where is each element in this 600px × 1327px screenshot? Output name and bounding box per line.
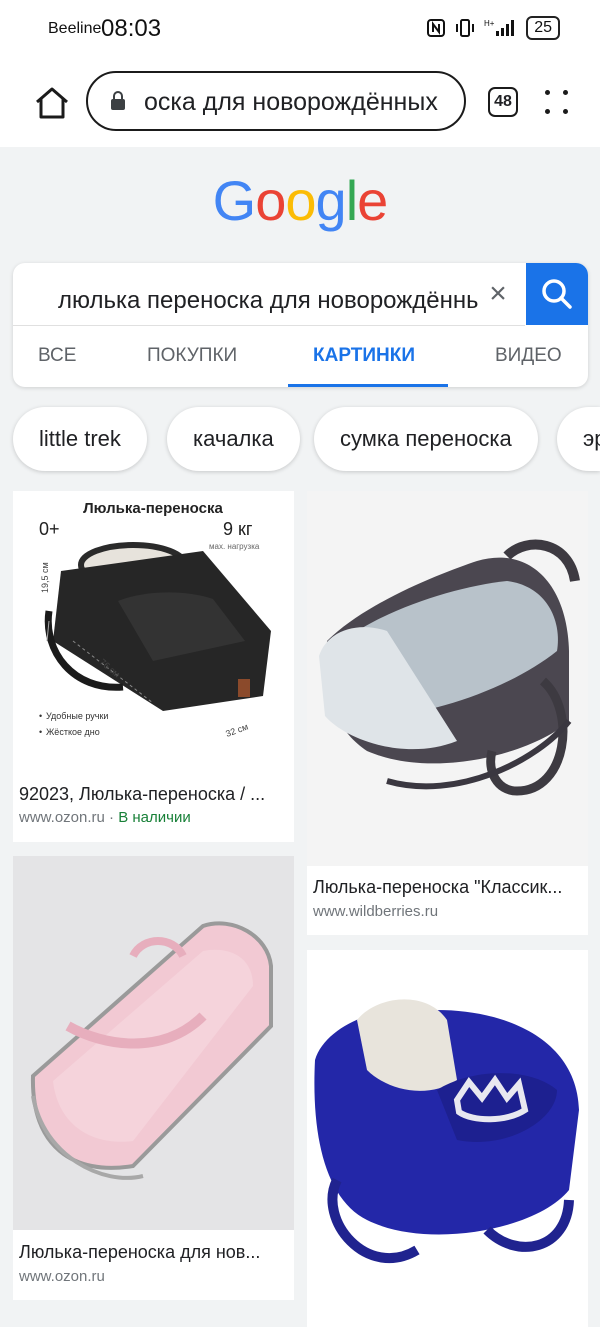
image-result-card[interactable]: Люлька-переноска 0+ 9 кг мах. нагрузка 1…	[13, 491, 294, 842]
image-load: мах. нагрузка	[209, 542, 260, 551]
status-icons: H+ 25	[426, 16, 560, 40]
result-title: Люлька-переноска для нов...	[19, 1242, 261, 1262]
menu-icon[interactable]	[545, 88, 571, 116]
svg-text:•: •	[39, 727, 42, 737]
clear-icon[interactable]: ×	[483, 277, 513, 311]
image-width: 32 см	[224, 722, 249, 739]
tab-images[interactable]: КАРТИНКИ	[313, 345, 415, 367]
image-feature: Жёсткое дно	[46, 727, 100, 737]
tab-videos[interactable]: ВИДЕО	[495, 345, 562, 367]
lock-icon	[111, 91, 125, 110]
image-result-card[interactable]	[307, 950, 588, 1327]
battery-indicator: 25	[526, 16, 560, 40]
result-title: 92023, Люлька-переноска / ...	[19, 784, 266, 804]
bassinet-image: Люлька-переноска 0+ 9 кг мах. нагрузка 1…	[39, 500, 271, 739]
image-height: 19,5 см	[40, 562, 50, 593]
nfc-icon	[427, 19, 446, 37]
result-title: Люлька-переноска "Классик...	[313, 877, 563, 897]
url-text: оска для новорождённых	[144, 88, 438, 116]
logo-letter: o	[285, 169, 316, 232]
chip-suggestion[interactable]: качалка	[167, 407, 300, 471]
chip-suggestion[interactable]: сумка переноска	[314, 407, 538, 471]
image-heading: Люлька-переноска	[83, 500, 223, 517]
google-logo: Google	[0, 168, 600, 233]
logo-letter: l	[345, 169, 358, 232]
address-bar-row: оска для новорождённых 48	[0, 62, 600, 142]
svg-text:H+: H+	[484, 19, 495, 28]
clock: 08:03	[101, 15, 162, 42]
image-weight: 9 кг	[223, 519, 253, 539]
logo-letter: G	[212, 169, 257, 232]
tab-all[interactable]: ВСЕ	[38, 345, 76, 367]
bassinet-image	[319, 539, 580, 796]
result-thumbnail	[13, 856, 294, 1230]
active-tab-indicator	[288, 384, 448, 387]
result-thumbnail	[307, 950, 588, 1327]
result-source: www.ozon.ru · В наличии	[19, 809, 191, 826]
image-result-card[interactable]: Люлька-переноска для нов... www.ozon.ru	[13, 856, 294, 1300]
logo-letter: o	[255, 169, 286, 232]
image-age: 0+	[39, 519, 60, 539]
bassinet-image	[30, 921, 273, 1180]
chip-suggestion[interactable]: эр	[557, 407, 600, 471]
vibrate-icon	[456, 19, 475, 37]
search-button[interactable]	[526, 263, 588, 325]
tab-shopping[interactable]: ПОКУПКИ	[147, 345, 237, 367]
search-input[interactable]: люлька переноска для новорождённых	[58, 287, 478, 315]
result-thumbnail	[307, 491, 588, 866]
carrier-label: Beeline	[48, 20, 102, 37]
status-bar: Beeline 08:03 H+ 25	[0, 0, 600, 60]
source-separator: ·	[104, 809, 119, 826]
result-source: www.ozon.ru	[19, 1268, 105, 1285]
svg-text:•: •	[39, 711, 42, 721]
result-thumbnail: Люлька-переноска 0+ 9 кг мах. нагрузка 1…	[13, 491, 294, 771]
url-field[interactable]: оска для новорождённых	[86, 71, 466, 131]
divider	[13, 325, 525, 326]
chip-suggestion[interactable]: little trek	[13, 407, 147, 471]
image-feature: Удобные ручки	[46, 711, 108, 721]
source-domain: www.ozon.ru	[19, 809, 105, 826]
search-icon	[542, 279, 572, 309]
logo-letter: e	[357, 169, 388, 232]
bassinet-image	[314, 999, 579, 1263]
result-source: www.wildberries.ru	[313, 903, 439, 920]
logo-letter: g	[315, 169, 347, 232]
image-result-card[interactable]: Люлька-переноска "Классик... www.wildber…	[307, 491, 588, 935]
tab-switcher-button[interactable]: 48	[488, 87, 518, 117]
availability-badge: В наличии	[118, 809, 191, 826]
home-icon[interactable]	[32, 84, 72, 122]
search-box: люлька переноска для новорождённых × ВСЕ…	[13, 263, 588, 387]
signal-icon: H+	[484, 19, 515, 36]
browser-top-area: Beeline 08:03 H+ 25 оска для новорождённ…	[0, 0, 600, 147]
